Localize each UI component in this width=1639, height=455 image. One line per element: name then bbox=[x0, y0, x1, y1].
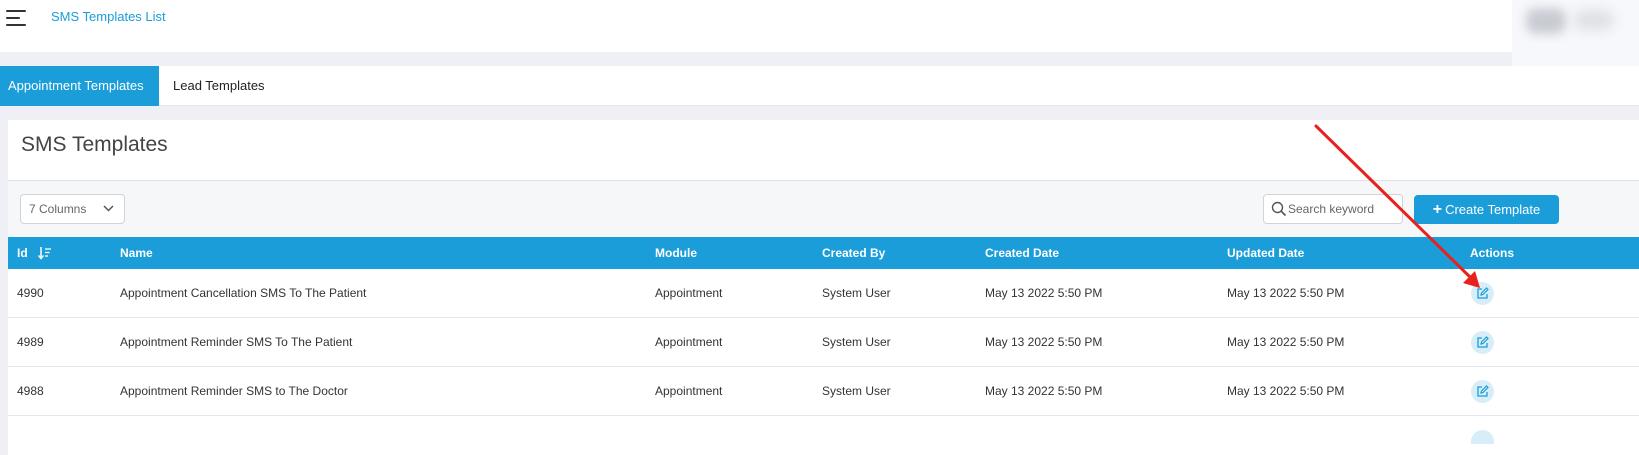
column-header-name[interactable]: Name bbox=[120, 237, 153, 269]
cell-created-date: May 13 2022 5:50 PM bbox=[985, 384, 1103, 398]
cell-module: Appointment bbox=[655, 286, 723, 300]
edit-icon bbox=[1477, 385, 1489, 397]
cell-created-by: System User bbox=[822, 384, 891, 398]
search-icon bbox=[1271, 201, 1287, 217]
column-header-actions: Actions bbox=[1470, 246, 1515, 260]
table-row: 4988 Appointment Reminder SMS to The Doc… bbox=[8, 367, 1639, 416]
tab-appointment-templates[interactable]: Appointment Templates bbox=[0, 66, 159, 106]
column-header-created-date[interactable]: Created Date bbox=[985, 237, 1059, 269]
cell-updated-date: May 13 2022 5:50 PM bbox=[1227, 335, 1345, 349]
edit-button[interactable] bbox=[1471, 331, 1494, 354]
top-bar: SMS Templates List bbox=[0, 0, 1639, 52]
sort-descending-icon[interactable] bbox=[38, 246, 52, 260]
edit-button[interactable] bbox=[1471, 282, 1494, 305]
cell-module: Appointment bbox=[655, 384, 723, 398]
table-row: 4990 Appointment Cancellation SMS To The… bbox=[8, 269, 1639, 318]
column-header-updated-date[interactable]: Updated Date bbox=[1227, 237, 1304, 269]
cell-created-by: System User bbox=[822, 335, 891, 349]
cell-created-date: May 13 2022 5:50 PM bbox=[985, 335, 1103, 349]
cell-created-date: May 13 2022 5:50 PM bbox=[985, 286, 1103, 300]
table-row: 4989 Appointment Reminder SMS To The Pat… bbox=[8, 318, 1639, 367]
table-header: Id Name Module Created By Created Date U… bbox=[8, 237, 1639, 269]
cell-updated-date: May 13 2022 5:50 PM bbox=[1227, 384, 1345, 398]
plus-icon: + bbox=[1432, 201, 1443, 218]
cell-module: Appointment bbox=[655, 335, 723, 349]
template-tabs: Appointment Templates Lead Templates bbox=[0, 66, 1639, 106]
columns-select[interactable]: 7 Columns bbox=[20, 194, 125, 224]
table-toolbar: 7 Columns +Create Template bbox=[8, 181, 1639, 237]
cell-name: Appointment Reminder SMS to The Doctor bbox=[120, 384, 348, 398]
chevron-down-icon bbox=[103, 195, 114, 234]
sms-templates-card: SMS Templates 7 Columns +Create Template… bbox=[8, 120, 1639, 455]
tab-lead-templates[interactable]: Lead Templates bbox=[173, 66, 265, 106]
create-template-button[interactable]: + Create Template bbox=[1414, 195, 1559, 224]
cell-id: 4990 bbox=[17, 286, 44, 300]
columns-select-value: 7 Columns bbox=[29, 202, 87, 216]
search-field[interactable] bbox=[1263, 194, 1403, 224]
edit-icon bbox=[1477, 287, 1489, 299]
cell-updated-date: May 13 2022 5:50 PM bbox=[1227, 286, 1345, 300]
table-row-partial bbox=[8, 416, 1639, 455]
edit-button[interactable] bbox=[1471, 380, 1494, 403]
search-input[interactable] bbox=[1286, 196, 1398, 222]
create-template-label: Create Template bbox=[1445, 202, 1541, 217]
page-title: SMS Templates List bbox=[51, 9, 166, 24]
column-header-created-by[interactable]: Created By bbox=[822, 237, 885, 269]
edit-icon bbox=[1477, 336, 1489, 348]
cell-name: Appointment Reminder SMS To The Patient bbox=[120, 335, 353, 349]
cell-id: 4989 bbox=[17, 335, 44, 349]
column-header-id[interactable]: Id bbox=[17, 237, 28, 269]
cell-created-by: System User bbox=[822, 286, 891, 300]
card-title: SMS Templates bbox=[21, 133, 168, 156]
edit-button[interactable] bbox=[1471, 430, 1494, 444]
column-header-module[interactable]: Module bbox=[655, 237, 697, 269]
user-avatar[interactable] bbox=[1512, 0, 1639, 68]
hamburger-menu-icon[interactable] bbox=[6, 8, 28, 28]
cell-id: 4988 bbox=[17, 384, 44, 398]
cell-name: Appointment Cancellation SMS To The Pati… bbox=[120, 286, 367, 300]
